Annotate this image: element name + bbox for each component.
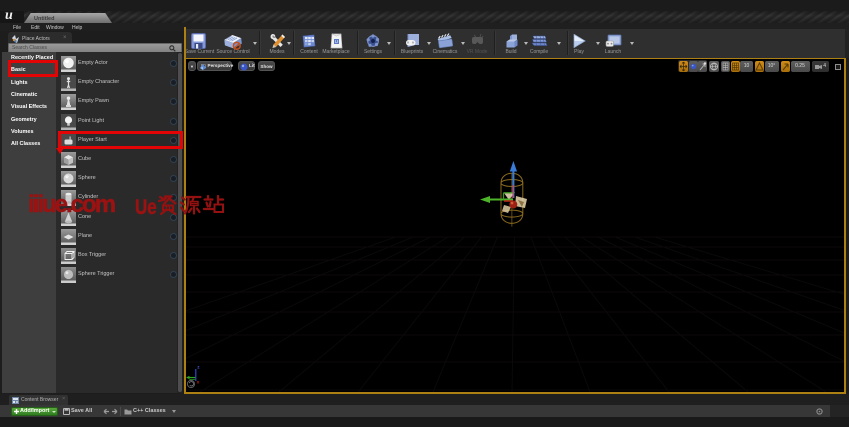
- svg-text:z: z: [197, 365, 200, 370]
- svg-text:x: x: [197, 380, 200, 385]
- svg-text:U: U: [334, 39, 337, 44]
